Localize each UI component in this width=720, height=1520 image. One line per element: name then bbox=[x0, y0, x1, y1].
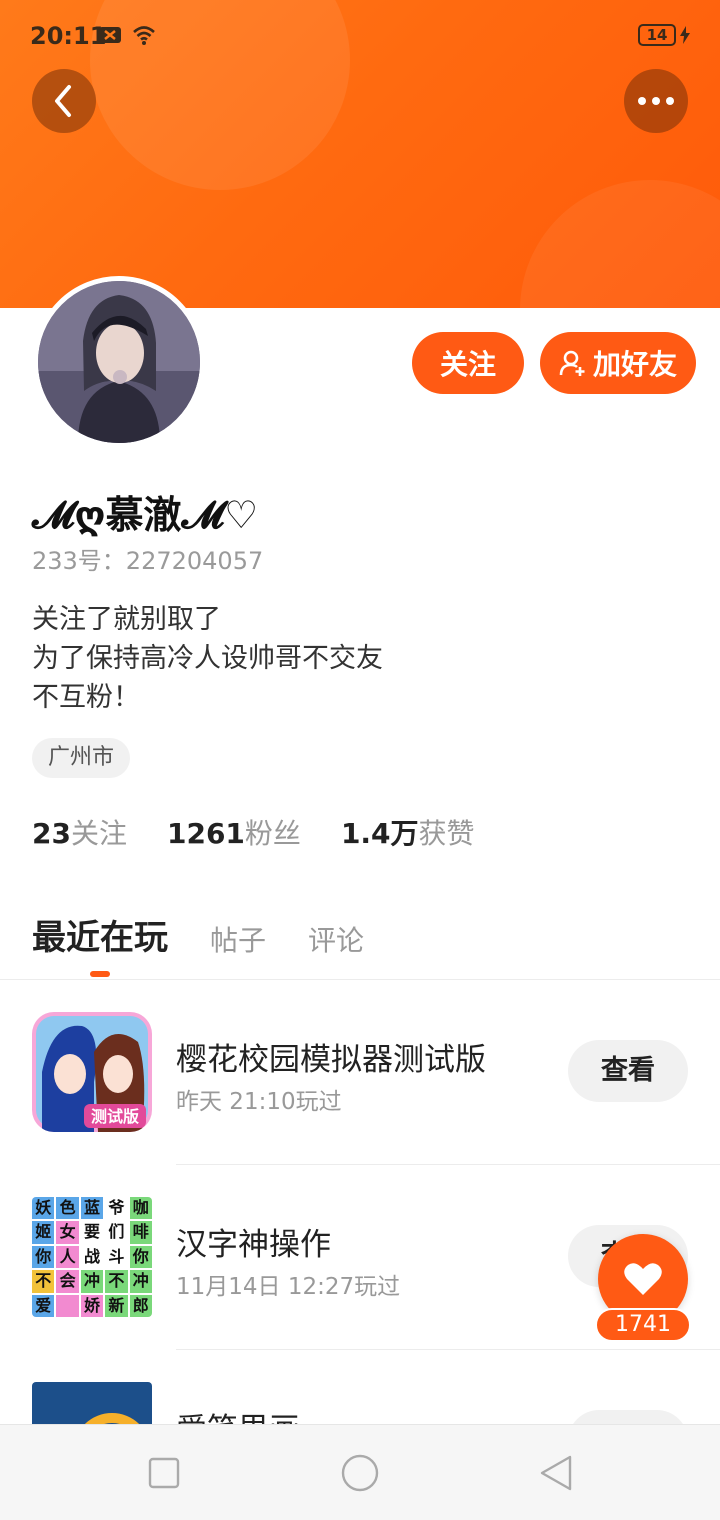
stat-label: 关注 bbox=[70, 817, 127, 850]
bio-line: 为了保持高冷人设帅哥不交友 bbox=[32, 643, 383, 674]
hanzi-tile: 不 bbox=[32, 1270, 55, 1293]
add-user-icon bbox=[559, 350, 585, 376]
stat-likes: 1.4万获赞 bbox=[341, 812, 475, 852]
game-icon-ibis-paint bbox=[32, 1382, 152, 1424]
hanzi-tile: 你 bbox=[32, 1245, 55, 1269]
ellipsis-icon bbox=[638, 97, 674, 105]
location-tag: 广州市 bbox=[32, 738, 131, 778]
hanzi-tile bbox=[56, 1294, 79, 1317]
system-navigation-bar bbox=[0, 1424, 720, 1520]
hanzi-tile: 女 bbox=[56, 1221, 79, 1244]
game-title: 爱笔思画 bbox=[176, 1404, 300, 1424]
game-last-played: 昨天 21:10玩过 bbox=[176, 1089, 342, 1115]
stat-label: 粉丝 bbox=[244, 817, 301, 850]
user-nickname: 𝓜ღ慕澈𝓜♡ bbox=[32, 493, 259, 537]
like-count: 1741 bbox=[595, 1308, 691, 1342]
hanzi-tile: 你 bbox=[129, 1245, 152, 1269]
hanzi-tile: 啡 bbox=[129, 1221, 152, 1244]
hanzi-tile: 蓝 bbox=[80, 1197, 104, 1220]
tab-recently-played[interactable]: 最近在玩 bbox=[32, 910, 168, 959]
charging-icon bbox=[680, 26, 690, 44]
hanzi-tile: 冲 bbox=[80, 1270, 104, 1293]
hanzi-tile: 郎 bbox=[129, 1294, 152, 1317]
status-icons bbox=[98, 24, 156, 46]
add-friend-label: 加好友 bbox=[592, 348, 677, 381]
view-game-button[interactable]: 查看 bbox=[568, 1040, 688, 1102]
profile-stats: 23关注 1261粉丝 1.4万获赞 bbox=[32, 812, 475, 852]
hanzi-tile: 要 bbox=[80, 1221, 104, 1244]
decorative-circle bbox=[520, 180, 720, 308]
game-title: 汉字神操作 bbox=[176, 1227, 331, 1263]
more-options-button[interactable] bbox=[624, 69, 688, 133]
hanzi-tile: 娇 bbox=[80, 1294, 104, 1317]
back-triangle-icon[interactable] bbox=[536, 1453, 576, 1493]
active-tab-indicator bbox=[90, 971, 110, 977]
avatar[interactable] bbox=[33, 276, 205, 448]
tab-posts[interactable]: 帖子 bbox=[210, 919, 266, 959]
hanzi-tile: 不 bbox=[105, 1270, 128, 1293]
status-time: 20:11 bbox=[30, 22, 107, 50]
profile-tabs: 最近在玩 帖子 评论 bbox=[32, 910, 406, 959]
hanzi-tile: 爷 bbox=[105, 1197, 128, 1220]
hanzi-tile: 会 bbox=[56, 1270, 79, 1293]
stat-label: 获赞 bbox=[418, 817, 475, 850]
game-icon-sakura: 测试版 bbox=[32, 1012, 152, 1132]
hanzi-tile: 新 bbox=[105, 1294, 128, 1317]
home-icon[interactable] bbox=[340, 1453, 380, 1493]
game-icon-hanzi: 妖色蓝爷咖姬女要们啡你人战斗你不会冲不冲爱娇新郎 bbox=[32, 1197, 152, 1317]
list-item[interactable]: 爱笔思画 查看 bbox=[0, 1350, 720, 1424]
stat-fans[interactable]: 1261粉丝 bbox=[167, 812, 301, 852]
user-bio: 关注了就别取了 为了保持高冷人设帅哥不交友 不互粉！ bbox=[32, 600, 383, 717]
game-title: 樱花校园模拟器测试版 bbox=[176, 1042, 486, 1078]
battery-indicator: 14 bbox=[638, 24, 690, 46]
bio-line: 不互粉！ bbox=[32, 682, 140, 713]
status-bar: 20:11 14 bbox=[0, 0, 720, 70]
wifi-icon bbox=[133, 26, 155, 45]
follow-label: 关注 bbox=[439, 348, 496, 381]
avatar-image bbox=[38, 281, 200, 443]
chevron-left-icon bbox=[55, 85, 71, 117]
view-game-button[interactable]: 查看 bbox=[568, 1410, 688, 1424]
game-icon-badge: 测试版 bbox=[91, 1107, 139, 1126]
recently-played-list: 测试版 樱花校园模拟器测试版 昨天 21:10玩过 查看 妖色蓝爷咖姬女要们啡你… bbox=[0, 980, 720, 1424]
stat-number: 1.4万 bbox=[340, 817, 419, 850]
heart-icon bbox=[624, 1263, 662, 1295]
list-item[interactable]: 测试版 樱花校园模拟器测试版 昨天 21:10玩过 查看 bbox=[0, 980, 720, 1165]
game-last-played: 11月14日 12:27玩过 bbox=[176, 1274, 401, 1300]
hanzi-tile: 爱 bbox=[32, 1294, 55, 1317]
hanzi-tile: 冲 bbox=[129, 1270, 152, 1293]
notification-icon bbox=[99, 27, 121, 43]
add-friend-button[interactable]: 加好友 bbox=[540, 332, 696, 394]
hanzi-tile: 战 bbox=[80, 1245, 104, 1269]
user-id: 233号：227204057 bbox=[32, 547, 264, 575]
hanzi-tile: 人 bbox=[56, 1245, 79, 1269]
stat-number: 23 bbox=[32, 817, 71, 850]
hanzi-tile: 妖 bbox=[32, 1197, 55, 1220]
hanzi-grid: 妖色蓝爷咖姬女要们啡你人战斗你不会冲不冲爱娇新郎 bbox=[32, 1197, 152, 1317]
back-button[interactable] bbox=[32, 69, 96, 133]
stat-following[interactable]: 23关注 bbox=[32, 812, 127, 852]
hanzi-tile: 们 bbox=[105, 1221, 128, 1244]
hanzi-tile: 咖 bbox=[129, 1197, 152, 1220]
bio-line: 关注了就别取了 bbox=[32, 604, 221, 635]
tab-comments[interactable]: 评论 bbox=[308, 919, 364, 959]
hanzi-tile: 姬 bbox=[32, 1221, 55, 1244]
battery-level: 14 bbox=[638, 24, 676, 46]
follow-button[interactable]: 关注 bbox=[412, 332, 524, 394]
recent-apps-icon[interactable] bbox=[144, 1453, 184, 1493]
hanzi-tile: 色 bbox=[56, 1197, 79, 1220]
hanzi-tile: 斗 bbox=[105, 1245, 128, 1269]
stat-number: 1261 bbox=[166, 817, 245, 850]
